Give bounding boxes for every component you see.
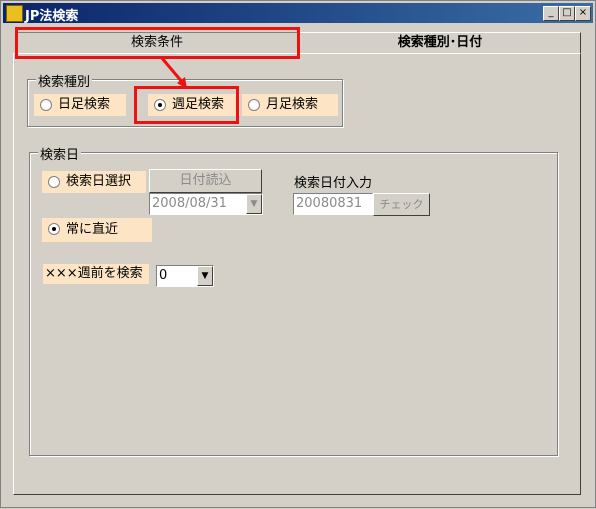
app-window: JP法検索 _ □ × 検索条件 検索種別･日付 検索種別 日足検索 週足検索 … bbox=[0, 0, 596, 508]
annotation-arrow bbox=[159, 56, 187, 89]
